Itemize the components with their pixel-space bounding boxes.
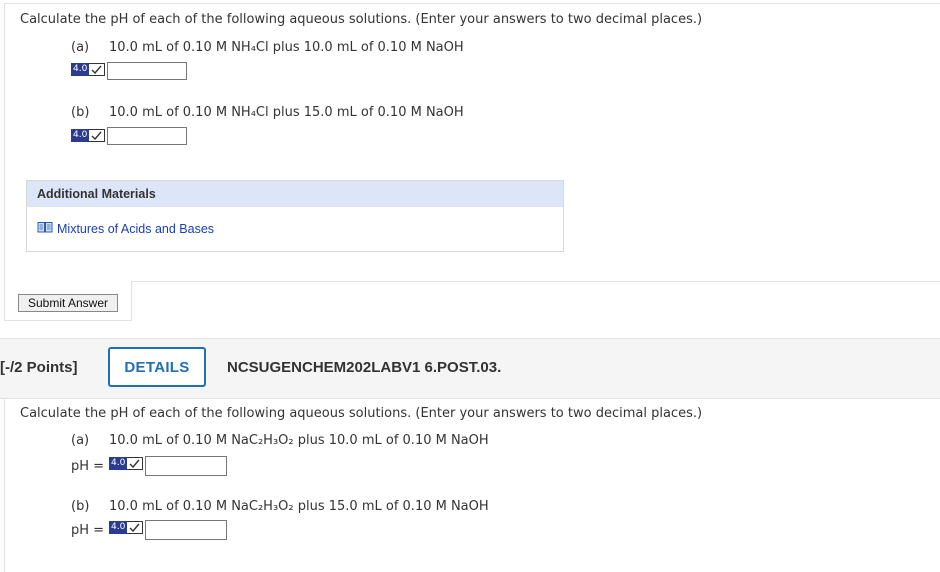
- ph-prefix: pH =: [71, 523, 105, 538]
- answer-input-q1-b[interactable]: [107, 127, 187, 145]
- question2-left-border: [4, 398, 5, 572]
- submit-divider-right: [132, 281, 940, 282]
- check-icon: [127, 520, 144, 534]
- question1-left-border: [4, 3, 5, 321]
- additional-materials-title: Additional Materials: [27, 181, 563, 207]
- submit-divider: [4, 320, 132, 321]
- version-number: 4.0: [109, 456, 128, 470]
- answer-input-q1-a[interactable]: [107, 62, 187, 80]
- question1-part-b-label: (b): [71, 105, 90, 120]
- materials-link[interactable]: Mixtures of Acids and Bases: [37, 221, 214, 236]
- question1-part-b-text: 10.0 mL of 0.10 M NH₄Cl plus 15.0 mL of …: [109, 105, 464, 120]
- version-badge: 4.0: [71, 128, 106, 142]
- version-badge: 4.0: [109, 456, 144, 470]
- top-divider: [4, 3, 940, 4]
- submit-answer-button[interactable]: Submit Answer: [18, 294, 118, 312]
- answer-input-q2-b[interactable]: [145, 520, 227, 540]
- check-icon: [89, 128, 106, 142]
- points-label: [-/2 Points]: [0, 359, 78, 376]
- submit-divider-vertical: [131, 281, 132, 321]
- details-button[interactable]: DETAILS: [108, 347, 206, 387]
- question-code: NCSUGENCHEM202LABV1 6.POST.03.: [227, 359, 502, 376]
- materials-link-label[interactable]: Mixtures of Acids and Bases: [57, 222, 214, 236]
- question1-prompt: Calculate the pH of each of the followin…: [20, 12, 703, 27]
- additional-materials-panel: Additional Materials Mixtures of Acids a…: [26, 180, 564, 252]
- version-number: 4.0: [71, 128, 90, 142]
- check-icon: [127, 456, 144, 470]
- book-icon: [37, 221, 53, 236]
- version-badge: 4.0: [71, 62, 106, 76]
- version-badge: 4.0: [109, 520, 144, 534]
- check-icon: [89, 62, 106, 76]
- question1-part-a-label: (a): [71, 40, 90, 55]
- question2-prompt: Calculate the pH of each of the followin…: [20, 406, 703, 421]
- answer-input-q2-a[interactable]: [145, 456, 227, 476]
- question2-part-b-text: 10.0 mL of 0.10 M NaC₂H₃O₂ plus 15.0 mL …: [109, 499, 489, 514]
- version-number: 4.0: [71, 62, 90, 76]
- question1-part-a-text: 10.0 mL of 0.10 M NH₄Cl plus 10.0 mL of …: [109, 40, 464, 55]
- ph-prefix: pH =: [71, 459, 105, 474]
- question2-part-b-label: (b): [71, 499, 90, 514]
- question2-part-a-text: 10.0 mL of 0.10 M NaC₂H₃O₂ plus 10.0 mL …: [109, 433, 489, 448]
- question2-part-a-label: (a): [71, 433, 90, 448]
- version-number: 4.0: [109, 520, 128, 534]
